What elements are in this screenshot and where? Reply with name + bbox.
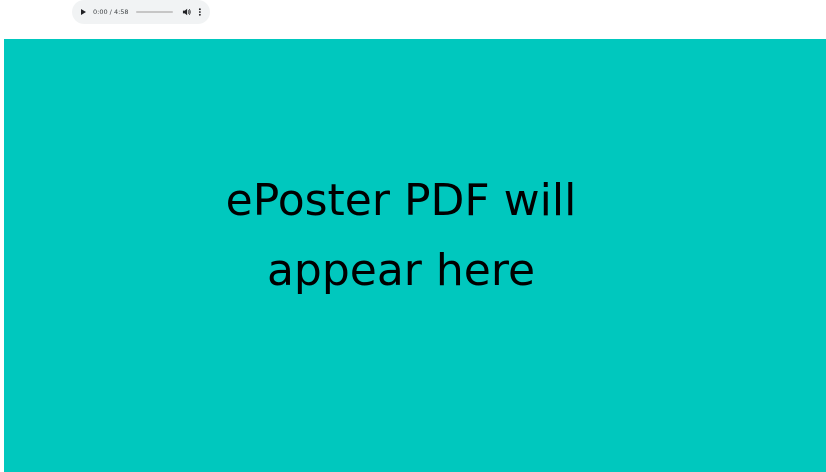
more-vertical-icon[interactable] — [198, 7, 202, 17]
time-readout: 0:00 / 4:58 — [93, 8, 129, 16]
eposter-placeholder-text: ePoster PDF will appear here — [4, 166, 798, 306]
placeholder-line-2: appear here — [266, 245, 536, 296]
seek-slider[interactable] — [135, 11, 173, 13]
play-icon[interactable] — [81, 9, 86, 15]
placeholder-line-1: ePoster PDF will — [225, 175, 577, 226]
volume-icon[interactable] — [182, 7, 191, 17]
audio-player[interactable]: 0:00 / 4:58 — [72, 0, 210, 24]
total-time: 4:58 — [113, 8, 129, 16]
current-time: 0:00 — [93, 8, 108, 16]
eposter-viewer: ePoster PDF will appear here — [4, 39, 826, 472]
